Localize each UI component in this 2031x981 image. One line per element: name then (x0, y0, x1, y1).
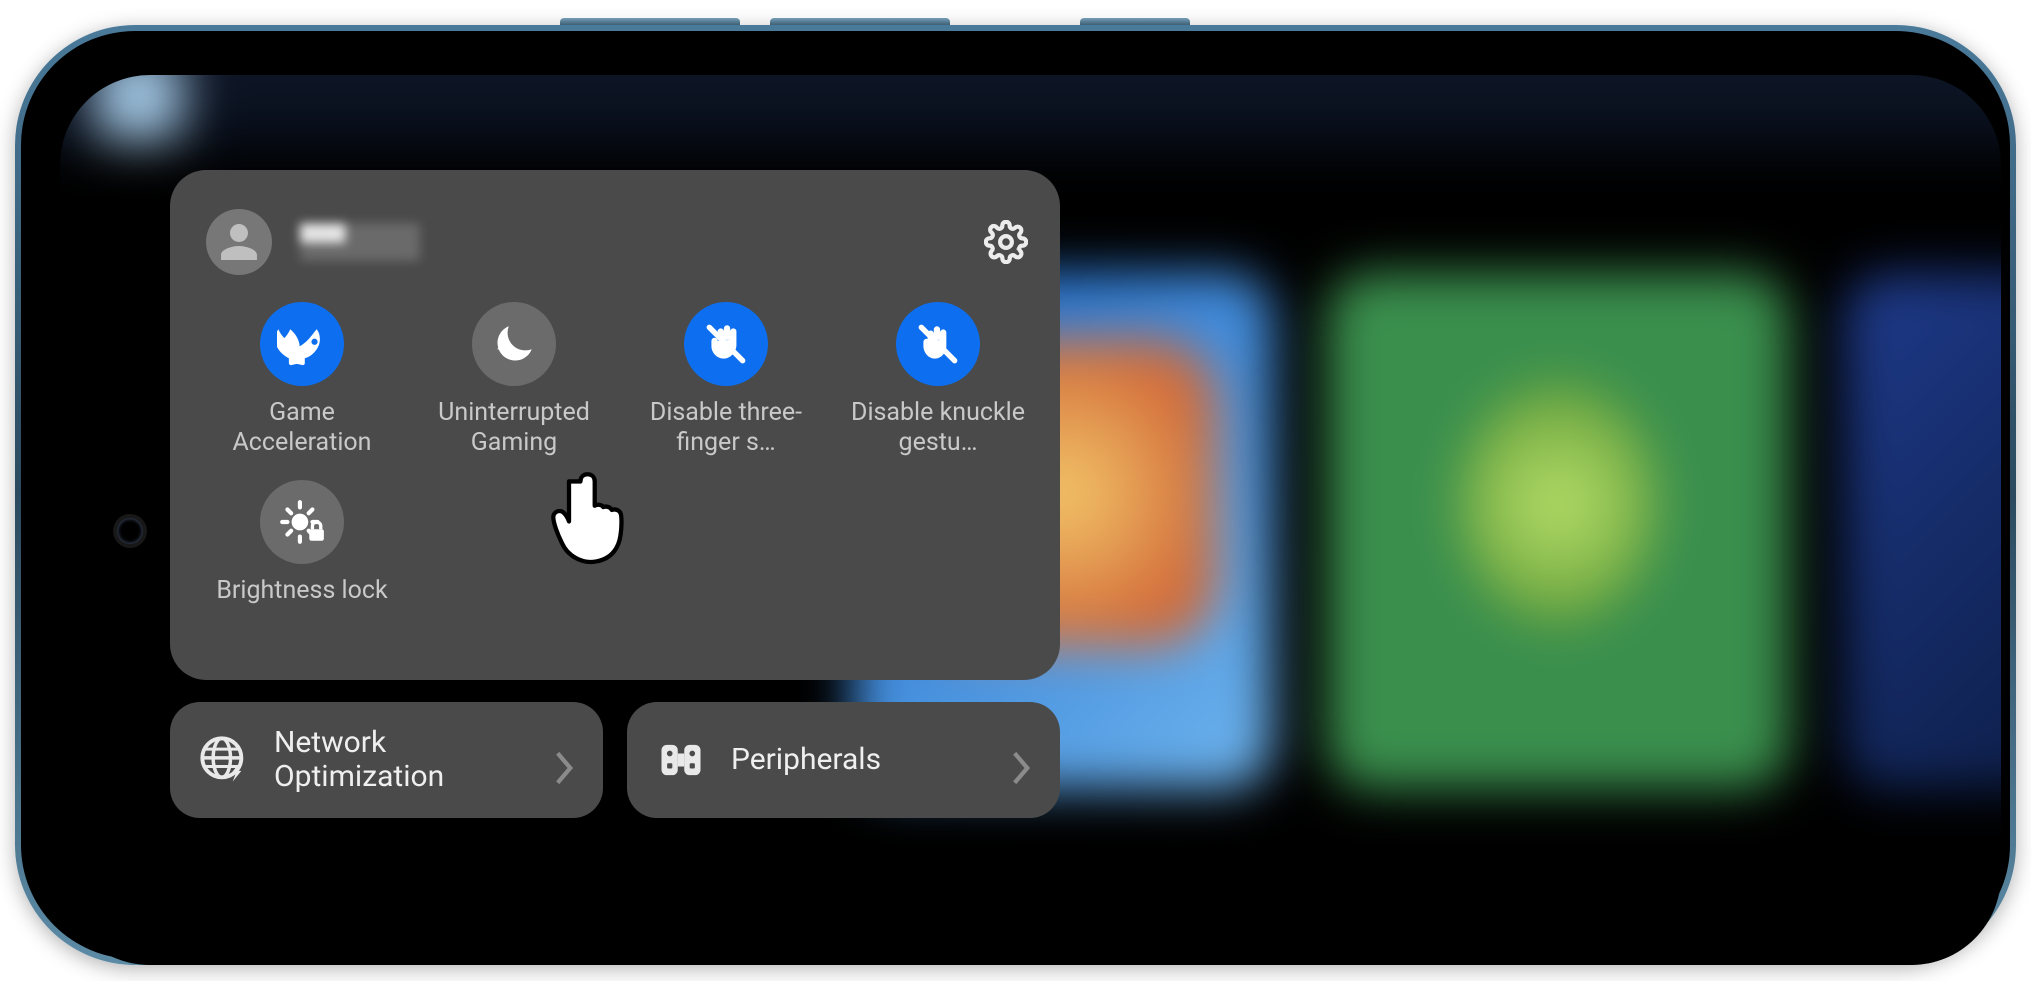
toggle-label: Disable three-finger s… (624, 398, 828, 458)
phone-frame: ████ Game Acceleration (15, 25, 2016, 965)
card-label: Network Optimization (274, 726, 551, 794)
toggle-label: Uninterrupted Gaming (412, 398, 616, 458)
toggle-uninterrupted-gaming[interactable]: Uninterrupted Gaming (412, 302, 616, 458)
panel-header: ████ (200, 202, 1030, 282)
controller-icon (653, 732, 709, 788)
peripherals-card[interactable]: Peripherals (627, 702, 1060, 818)
quick-toggles-panel: ████ Game Acceleration (170, 170, 1060, 680)
toggle-disable-knuckle-gestures[interactable]: Disable knuckle gestu… (836, 302, 1040, 458)
screen: ████ Game Acceleration (60, 75, 2001, 965)
network-optimization-card[interactable]: Network Optimization (170, 702, 603, 818)
settings-button[interactable] (982, 218, 1030, 266)
globe-bolt-icon (196, 732, 252, 788)
chevron-right-icon (551, 747, 577, 773)
cards-row: Network Optimization (170, 702, 1060, 818)
toggle-label: Brightness lock (216, 576, 387, 606)
gear-icon (984, 220, 1028, 264)
moon-dnd-icon (472, 302, 556, 386)
user-avatar[interactable] (206, 209, 272, 275)
card-label: Peripherals (731, 743, 1008, 777)
toggle-game-acceleration[interactable]: Game Acceleration (200, 302, 404, 458)
game-assistant-overlay: ████ Game Acceleration (170, 170, 1060, 818)
brightness-lock-icon (260, 480, 344, 564)
toggle-disable-three-finger[interactable]: Disable three-finger s… (624, 302, 828, 458)
front-camera (117, 518, 143, 544)
toggle-brightness-lock[interactable]: Brightness lock (200, 480, 404, 606)
chevron-right-icon (1008, 747, 1034, 773)
toggle-label: Disable knuckle gestu… (836, 398, 1040, 458)
rocket-icon (260, 302, 344, 386)
person-icon (217, 220, 261, 264)
username-obscured: ████ (300, 223, 420, 261)
three-finger-off-icon (684, 302, 768, 386)
knuckle-off-icon (896, 302, 980, 386)
toggle-label: Game Acceleration (200, 398, 404, 458)
hand-pointer-cursor (546, 470, 632, 570)
